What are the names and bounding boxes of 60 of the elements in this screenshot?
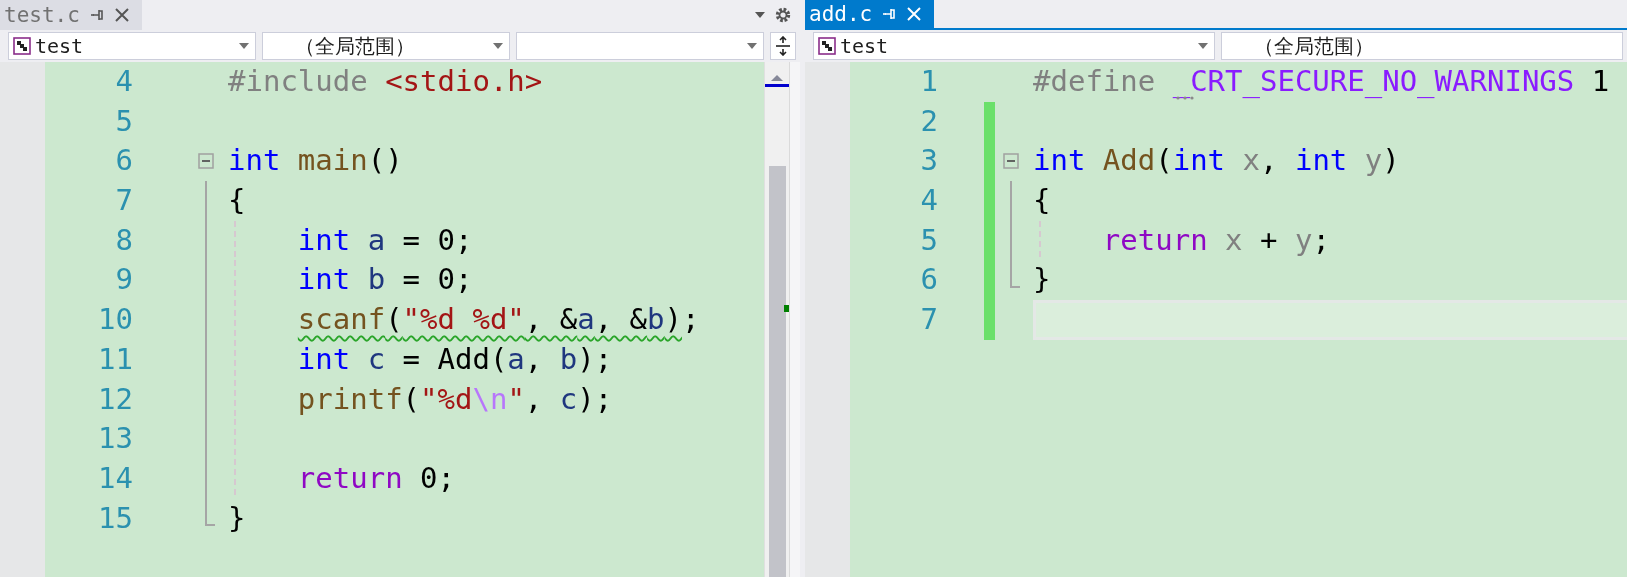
code-line: } — [228, 499, 246, 537]
close-icon[interactable] — [113, 7, 130, 23]
code-line: printf("%d\n", c); — [297, 380, 613, 418]
file-tab[interactable]: add.c — [805, 0, 935, 28]
scroll-thumb[interactable] — [768, 166, 786, 577]
code-line: #include <stdio.h> — [228, 63, 543, 100]
line-number: 2 — [919, 102, 939, 140]
line-number: 12 — [97, 380, 134, 418]
code-line: int c = Add(a, b); — [297, 340, 613, 378]
pin-icon[interactable] — [882, 7, 897, 21]
pin-icon[interactable] — [89, 8, 104, 22]
caret-marker — [765, 84, 789, 87]
dropdown-text: （全局范围） — [295, 33, 416, 59]
settings-icon[interactable] — [774, 6, 792, 24]
line-number: 11 — [97, 340, 134, 378]
line-number: 1 — [919, 63, 939, 100]
code-line: { — [1033, 182, 1051, 220]
line-number: 8 — [114, 221, 134, 259]
code-line: scanf("%d %d", &a, &b); — [297, 301, 700, 339]
line-number: 13 — [97, 420, 134, 458]
file-tab[interactable]: test.c — [0, 0, 142, 30]
dropdown-text: （全局范围） — [1254, 33, 1375, 59]
line-number: 10 — [97, 301, 134, 339]
line-number: 7 — [919, 301, 939, 339]
line-number: 5 — [114, 102, 134, 140]
collapse-icon[interactable] — [1003, 153, 1019, 170]
line-number: 3 — [919, 142, 939, 180]
warning-marker — [784, 305, 789, 312]
code-line: return x + y; — [1102, 221, 1330, 259]
code-line: { — [228, 182, 246, 220]
nav-dropdown[interactable]: test — [813, 32, 1215, 60]
split-window-button[interactable] — [770, 32, 796, 60]
line-number: 4 — [114, 63, 134, 100]
split-icon — [775, 36, 791, 56]
line-number: 6 — [919, 261, 939, 299]
project-icon — [13, 37, 31, 55]
code-line: return 0; — [297, 459, 455, 497]
scrollbar[interactable] — [764, 62, 789, 577]
line-number: 6 — [114, 142, 134, 180]
line-number: 14 — [97, 459, 134, 497]
nav-dropdown[interactable]: test — [8, 32, 256, 60]
project-icon — [818, 37, 836, 55]
line-number: 4 — [919, 182, 939, 220]
line-number: 9 — [114, 261, 134, 299]
code-line: } — [1033, 261, 1051, 299]
code-line: int b = 0; — [297, 261, 473, 299]
code-line: int Add(int x, int y) — [1033, 142, 1400, 180]
code-line: int main() — [228, 142, 403, 180]
dropdown-text: test — [35, 34, 85, 58]
dropdown-text: test — [840, 34, 890, 58]
code-line: #define _CRT_SECURE_NO_WARNINGS 1 — [1033, 63, 1610, 102]
code-line: int a = 0; — [297, 221, 473, 259]
line-number: 7 — [114, 182, 134, 220]
collapse-icon[interactable] — [198, 153, 214, 170]
nav-dropdown[interactable]: （全局范围） — [262, 32, 510, 60]
line-number: 15 — [97, 499, 134, 537]
dropdown-arrow-icon[interactable] — [754, 11, 766, 19]
nav-dropdown[interactable]: （全局范围） — [1221, 32, 1623, 60]
line-number: 5 — [919, 221, 939, 259]
scroll-up-icon[interactable] — [770, 74, 784, 82]
